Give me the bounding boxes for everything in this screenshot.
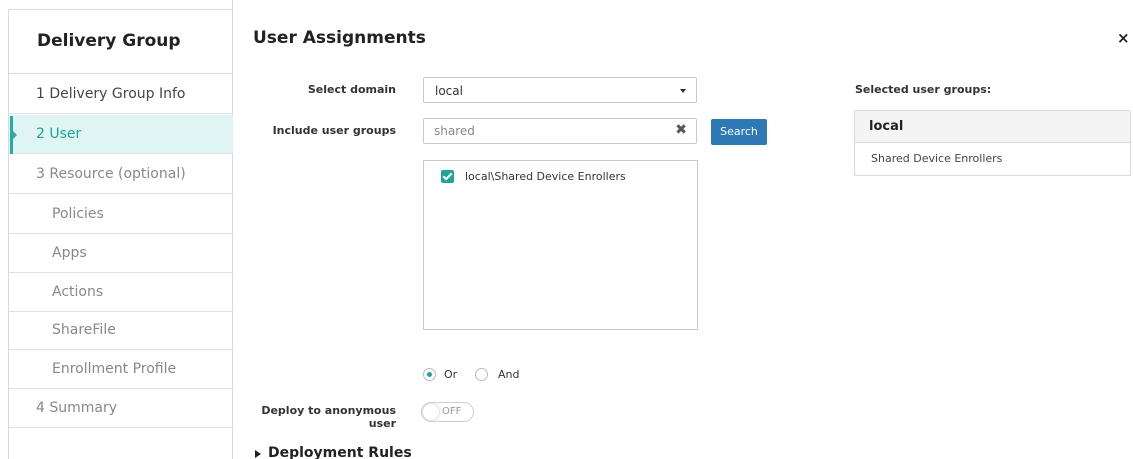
step-summary[interactable]: 4 Summary bbox=[9, 389, 233, 428]
and-radio[interactable] bbox=[475, 368, 488, 381]
result-checkbox[interactable] bbox=[441, 170, 454, 183]
step-policies[interactable]: Policies bbox=[9, 195, 233, 234]
close-icon[interactable]: × bbox=[1117, 29, 1130, 47]
user-group-search-input[interactable]: shared ✖ bbox=[423, 118, 697, 144]
search-button[interactable]: Search bbox=[711, 119, 767, 145]
step-delivery-group-info[interactable]: 1 Delivery Group Info bbox=[9, 75, 233, 114]
deploy-anonymous-label: Deploy to anonymous user bbox=[261, 404, 396, 430]
toggle-state: OFF bbox=[442, 406, 462, 417]
wizard-sidebar: Delivery Group 1 Delivery Group Info 2 U… bbox=[0, 0, 233, 459]
step-apps[interactable]: Apps bbox=[9, 234, 233, 273]
result-item-label[interactable]: local\Shared Device Enrollers bbox=[465, 170, 626, 183]
selected-group-domain: local bbox=[855, 111, 1130, 143]
sidebar-title: Delivery Group bbox=[9, 10, 233, 74]
clear-icon[interactable]: ✖ bbox=[675, 122, 687, 138]
selected-groups-title: Selected user groups: bbox=[855, 83, 992, 96]
page-title: User Assignments bbox=[253, 28, 426, 48]
search-input-value: shared bbox=[434, 124, 475, 138]
or-radio[interactable] bbox=[423, 368, 436, 381]
chevron-down-icon bbox=[680, 89, 686, 93]
search-results-list: local\Shared Device Enrollers bbox=[423, 160, 698, 330]
active-step-arrow-icon bbox=[13, 131, 17, 139]
deploy-anonymous-toggle[interactable]: OFF bbox=[421, 402, 474, 422]
domain-select-value: local bbox=[435, 84, 463, 98]
step-sharefile[interactable]: ShareFile bbox=[9, 311, 233, 350]
and-radio-label: And bbox=[498, 368, 520, 381]
select-domain-label: Select domain bbox=[307, 83, 396, 96]
step-actions[interactable]: Actions bbox=[9, 273, 233, 312]
domain-select[interactable]: local bbox=[423, 77, 697, 103]
expand-triangle-icon[interactable] bbox=[255, 450, 261, 458]
deployment-rules-heading[interactable]: Deployment Rules bbox=[268, 445, 412, 459]
selected-groups-panel: local Shared Device Enrollers bbox=[854, 110, 1131, 176]
or-radio-label: Or bbox=[444, 368, 458, 381]
step-user[interactable]: 2 User bbox=[9, 115, 233, 154]
selected-group-item: Shared Device Enrollers bbox=[871, 152, 1003, 165]
step-resource[interactable]: 3 Resource (optional) bbox=[9, 155, 233, 194]
step-enrollment-profile[interactable]: Enrollment Profile bbox=[9, 350, 233, 389]
toggle-knob bbox=[423, 404, 439, 420]
include-user-groups-label: Include user groups bbox=[272, 124, 396, 137]
